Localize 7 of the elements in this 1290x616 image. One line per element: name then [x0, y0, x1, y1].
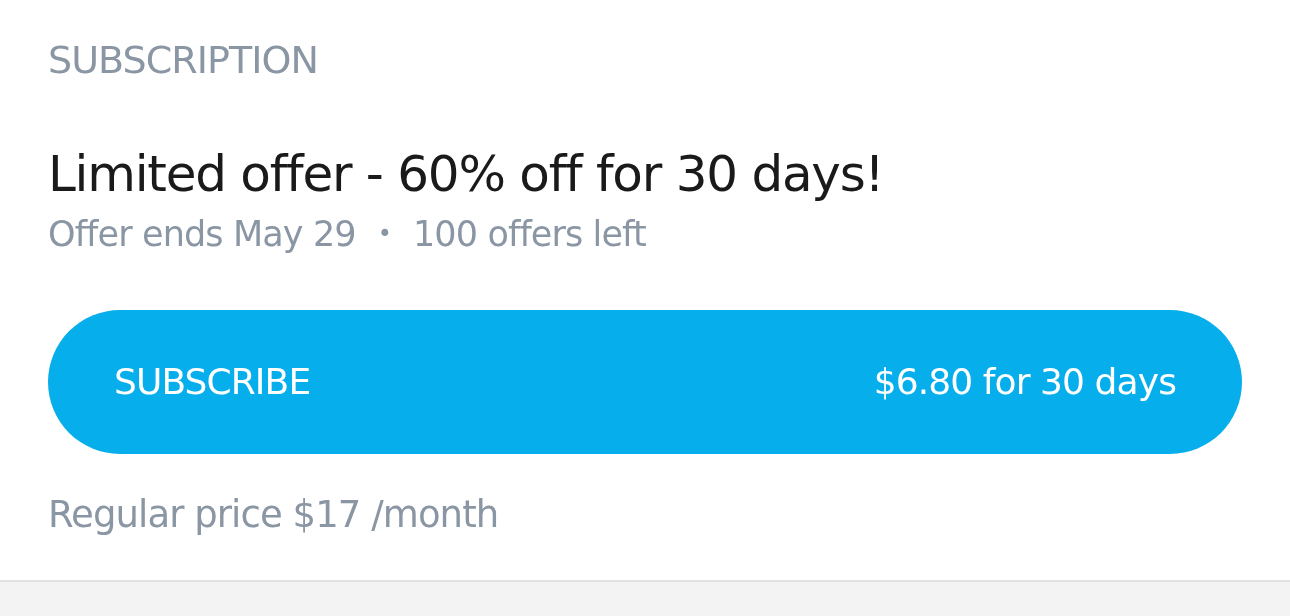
offer-title: Limited offer - 60% off for 30 days!	[48, 144, 885, 205]
section-title: SUBSCRIPTION	[48, 37, 319, 84]
offers-left: 100 offers left	[412, 213, 646, 256]
regular-price: Regular price $17 /month	[48, 492, 500, 538]
subscribe-button[interactable]: SUBSCRIBE $6.80 for 30 days	[48, 310, 1242, 454]
offer-end-date: Offer ends May 29	[48, 213, 356, 256]
separator-dot: •	[377, 219, 391, 250]
